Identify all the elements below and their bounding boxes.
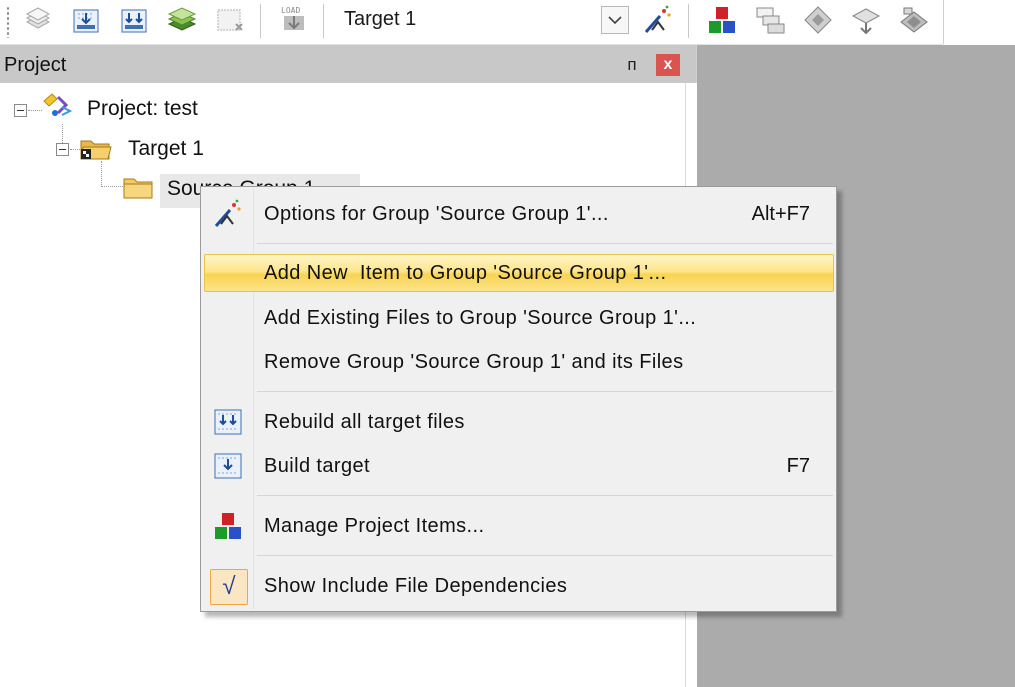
batch-build-icon[interactable] bbox=[166, 4, 198, 36]
manage-project-items-icon[interactable] bbox=[706, 4, 738, 36]
collapse-target-toggle[interactable] bbox=[56, 143, 69, 156]
toolbar: LOAD Target 1 bbox=[0, 0, 943, 45]
manage-project-items-icon bbox=[212, 510, 244, 542]
target-dropdown-button[interactable] bbox=[601, 6, 629, 34]
menu-item-label: Rebuild all target files bbox=[264, 411, 465, 433]
menu-icon-gutter bbox=[203, 189, 254, 609]
manage-multi-project-icon[interactable] bbox=[898, 4, 930, 36]
menu-separator bbox=[257, 243, 833, 244]
chevron-down-icon bbox=[608, 16, 622, 25]
menu-item-label: Add Existing Files to Group 'Source Grou… bbox=[264, 307, 697, 329]
menu-item-manage-project-items[interactable]: Manage Project Items... bbox=[204, 507, 834, 545]
target-select-value[interactable]: Target 1 bbox=[344, 8, 416, 31]
menu-item-label: Add New Item to Group 'Source Group 1'..… bbox=[264, 262, 667, 284]
stop-build-icon[interactable] bbox=[214, 4, 246, 36]
menu-item-rebuild-all[interactable]: Rebuild all target files bbox=[204, 403, 834, 441]
pin-icon[interactable]: ᴨ bbox=[622, 55, 642, 75]
tree-node-project[interactable]: Project: test bbox=[87, 97, 198, 121]
build-icon bbox=[212, 450, 244, 482]
rebuild-icon[interactable] bbox=[118, 4, 150, 36]
build-icon[interactable] bbox=[70, 4, 102, 36]
menu-item-label: Manage Project Items... bbox=[264, 515, 485, 537]
target-folder-icon bbox=[79, 135, 113, 168]
manage-runtime-icon[interactable] bbox=[802, 4, 834, 36]
menu-item-options-for-group[interactable]: Options for Group 'Source Group 1'... Al… bbox=[204, 195, 834, 233]
menu-item-add-existing-files[interactable]: Add Existing Files to Group 'Source Grou… bbox=[204, 299, 834, 337]
menu-separator bbox=[257, 495, 833, 496]
svg-text:LOAD: LOAD bbox=[281, 6, 300, 15]
menu-item-add-new-item[interactable]: Add New Item to Group 'Source Group 1'..… bbox=[204, 254, 834, 292]
menu-item-show-include-deps[interactable]: √ Show Include File Dependencies bbox=[204, 567, 834, 605]
project-pane-header: Project ᴨ x bbox=[0, 45, 696, 83]
pane-title: Project bbox=[4, 54, 67, 76]
menu-separator bbox=[257, 555, 833, 556]
pack-installer-icon[interactable] bbox=[850, 4, 882, 36]
menu-item-label: Remove Group 'Source Group 1' and its Fi… bbox=[264, 351, 684, 373]
menu-item-label: Options for Group 'Source Group 1'... bbox=[264, 203, 609, 225]
folder-icon bbox=[122, 175, 154, 206]
toolbar-separator bbox=[688, 4, 689, 38]
menu-item-build-target[interactable]: Build target F7 bbox=[204, 447, 834, 485]
options-wand-icon bbox=[212, 198, 244, 230]
menu-item-shortcut: Alt+F7 bbox=[751, 203, 810, 225]
menu-separator bbox=[257, 391, 833, 392]
collapse-project-toggle[interactable] bbox=[14, 104, 27, 117]
toolbar-empty-strip bbox=[943, 0, 1015, 44]
tree-line bbox=[101, 186, 123, 188]
select-packs-icon[interactable] bbox=[754, 4, 786, 36]
menu-item-remove-group[interactable]: Remove Group 'Source Group 1' and its Fi… bbox=[204, 343, 834, 381]
menu-item-label: Build target bbox=[264, 455, 370, 477]
context-menu: Options for Group 'Source Group 1'... Al… bbox=[200, 186, 837, 612]
project-icon bbox=[40, 91, 74, 128]
rebuild-icon bbox=[212, 406, 244, 438]
checkmark-icon: √ bbox=[210, 569, 248, 605]
menu-item-shortcut: F7 bbox=[786, 455, 810, 477]
tree-node-target[interactable]: Target 1 bbox=[128, 137, 204, 161]
toolbar-grip[interactable] bbox=[6, 6, 10, 38]
options-for-target-icon[interactable] bbox=[642, 4, 674, 36]
toolbar-separator bbox=[260, 4, 261, 38]
close-icon[interactable]: x bbox=[656, 54, 680, 76]
menu-item-label: Show Include File Dependencies bbox=[264, 575, 568, 597]
toolbar-separator bbox=[323, 4, 324, 38]
download-icon[interactable]: LOAD bbox=[278, 4, 310, 36]
translate-icon[interactable] bbox=[22, 4, 54, 36]
